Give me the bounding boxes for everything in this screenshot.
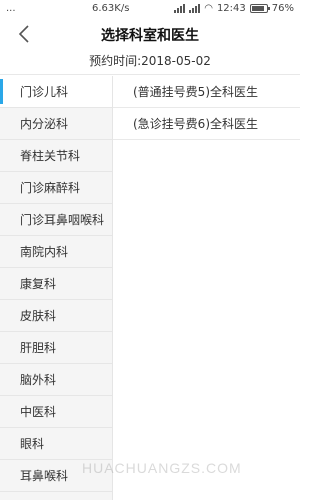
signal-icon [174, 4, 186, 13]
wifi-icon: ◠ [204, 3, 213, 14]
department-item[interactable]: 眼科 [0, 428, 112, 460]
department-item[interactable]: 脑外科 [0, 364, 112, 396]
department-item[interactable]: 肿外科 [0, 492, 112, 500]
department-item[interactable]: 脊柱关节科 [0, 140, 112, 172]
appointment-date: 预约时间:2018-05-02 [0, 48, 300, 75]
doctor-item[interactable]: (急诊挂号费6)全科医生 [113, 108, 300, 140]
department-item[interactable]: 门诊耳鼻咽喉科 [0, 204, 112, 236]
department-item[interactable]: 中医科 [0, 396, 112, 428]
status-right: ◠ 12:43 76% [174, 3, 294, 14]
department-item[interactable]: 南院内科 [0, 236, 112, 268]
status-bar: ... 6.63K/s ◠ 12:43 76% [0, 0, 300, 20]
signal-icon-2 [189, 4, 201, 13]
department-item[interactable]: 皮肤科 [0, 300, 112, 332]
department-item[interactable]: 康复科 [0, 268, 112, 300]
network-speed: 6.63K/s [92, 3, 130, 14]
doctor-list: (普通挂号费5)全科医生 (急诊挂号费6)全科医生 [113, 76, 300, 500]
clock-text: 12:43 [216, 3, 246, 14]
department-list: 门诊儿科 内分泌科 脊柱关节科 门诊麻醉科 门诊耳鼻咽喉科 南院内科 康复科 皮肤科 肝胆科 脑外… [0, 76, 113, 500]
department-item[interactable]: 肝胆科 [0, 332, 112, 364]
doctor-item[interactable]: (普通挂号费5)全科医生 [113, 76, 300, 108]
battery-percent: 76% [271, 3, 294, 14]
department-item[interactable]: 耳鼻喉科 [0, 460, 112, 492]
title-bar: 选择科室和医生 [0, 20, 300, 48]
department-item[interactable]: 内分泌科 [0, 108, 112, 140]
battery-icon [249, 4, 270, 13]
department-item[interactable]: 门诊儿科 [0, 76, 112, 108]
page-title: 选择科室和医生 [101, 28, 199, 44]
department-item[interactable]: 门诊麻醉科 [0, 172, 112, 204]
status-left-text: ... [6, 3, 16, 14]
